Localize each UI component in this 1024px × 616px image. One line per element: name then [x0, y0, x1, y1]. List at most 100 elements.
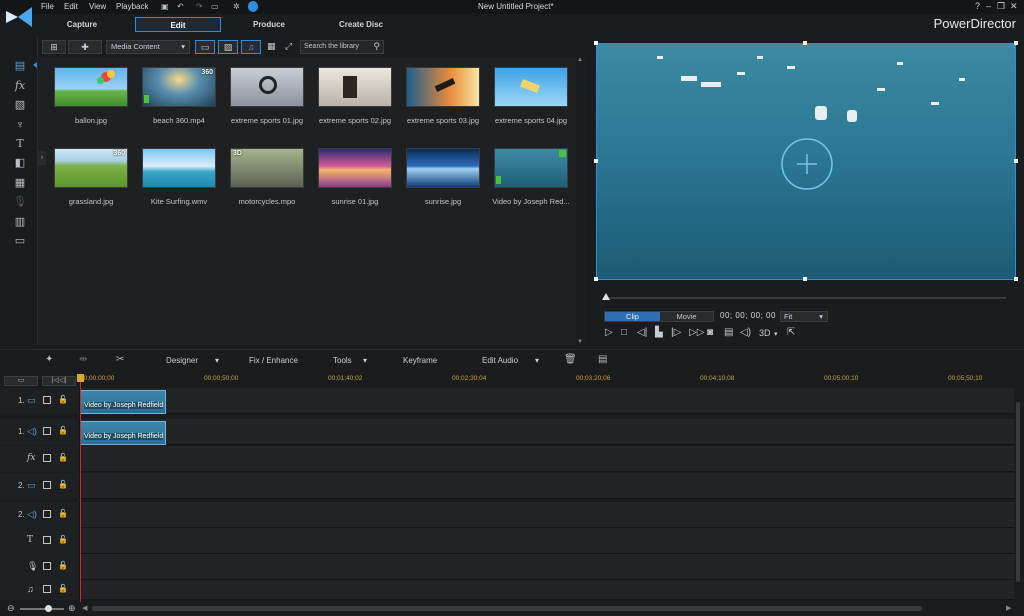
lock-icon[interactable]: 🔓: [58, 480, 68, 489]
previous-frame-icon[interactable]: ◁|: [637, 327, 647, 338]
split-icon[interactable]: ⇹: [79, 354, 87, 365]
fit-timeline-icon[interactable]: |◁◁|: [42, 376, 76, 386]
filter-audio-icon[interactable]: ♫: [241, 40, 261, 54]
redo-icon[interactable]: ↷: [196, 2, 203, 11]
track-enable-checkbox[interactable]: [43, 585, 51, 593]
library-item[interactable]: extreme sports 01.jpg: [230, 67, 310, 125]
lock-icon[interactable]: 🔓: [58, 561, 68, 570]
resize-handle[interactable]: [1014, 277, 1018, 281]
import-media-icon[interactable]: ⊞: [42, 40, 66, 54]
track-enable-checkbox[interactable]: [43, 481, 51, 489]
expand-panel-icon[interactable]: ›: [38, 151, 46, 165]
resize-handle[interactable]: [594, 41, 598, 45]
chapter-room-icon[interactable]: ▥: [13, 215, 27, 229]
voiceover-icon[interactable]: 🎙: [13, 195, 27, 209]
menu-file[interactable]: File: [41, 2, 54, 11]
stop-icon[interactable]: □: [621, 327, 627, 338]
transition-room-icon[interactable]: ◧: [13, 156, 27, 170]
track-enable-checkbox[interactable]: [43, 427, 51, 435]
resize-handle[interactable]: [594, 159, 598, 163]
subtitle-room-icon[interactable]: ▭: [13, 234, 27, 248]
plugin-icon[interactable]: ✚: [68, 40, 102, 54]
keyframe-button[interactable]: Keyframe: [403, 356, 437, 365]
playhead[interactable]: [80, 376, 81, 602]
fast-forward-icon[interactable]: ▷▷: [689, 327, 704, 338]
lock-icon[interactable]: 🔓: [58, 584, 68, 593]
resize-handle[interactable]: [803, 277, 807, 281]
track-enable-checkbox[interactable]: [43, 536, 51, 544]
track-enable-checkbox[interactable]: [43, 454, 51, 462]
filter-image-icon[interactable]: ▨: [218, 40, 238, 54]
edit-audio-menu[interactable]: Edit Audio: [482, 356, 518, 365]
magic-tool-icon[interactable]: ✦: [45, 354, 53, 365]
resolution-icon[interactable]: ▭: [211, 2, 219, 11]
volume-icon[interactable]: ◁): [740, 327, 751, 338]
media-room-icon[interactable]: ▤: [13, 59, 27, 73]
library-item[interactable]: Video by Joseph Red...: [492, 148, 574, 206]
menu-view[interactable]: View: [89, 2, 106, 11]
snapshot-marker-icon[interactable]: ▙: [655, 327, 663, 338]
seek-thumb[interactable]: [602, 293, 610, 300]
scissors-icon[interactable]: ✂: [116, 354, 124, 365]
minimize-icon[interactable]: –: [986, 1, 991, 11]
preview-video[interactable]: [596, 43, 1016, 280]
zoom-slider-thumb[interactable]: [45, 605, 52, 612]
3d-button[interactable]: 3D: [759, 328, 771, 338]
timeline-ruler[interactable]: 00;00;00;00 00;00;50;00 00;01;40;02 00;0…: [80, 374, 1014, 386]
media-content-select[interactable]: Media Content ▾: [106, 40, 190, 54]
library-scrollbar[interactable]: ▲ ▼: [576, 57, 584, 345]
play-icon[interactable]: ▷: [605, 327, 613, 338]
tab-create-disc[interactable]: Create Disc: [330, 17, 392, 32]
resize-handle[interactable]: [1014, 41, 1018, 45]
preview-seek-slider[interactable]: [608, 297, 1006, 299]
library-item[interactable]: 360 grassland.jpg: [54, 148, 134, 206]
zoom-fit-select[interactable]: Fit ▾: [780, 311, 828, 322]
pip-room-icon[interactable]: ▧: [13, 98, 27, 112]
storyboard-toggle-icon[interactable]: ▭: [4, 376, 38, 386]
tab-produce[interactable]: Produce: [238, 17, 300, 32]
lock-icon[interactable]: 🔓: [58, 509, 68, 518]
tab-capture[interactable]: Capture: [52, 17, 112, 32]
library-item[interactable]: extreme sports 02.jpg: [318, 67, 398, 125]
library-item[interactable]: 360 beach 360.mp4: [142, 67, 222, 125]
particle-room-icon[interactable]: ♆: [13, 118, 27, 132]
library-item[interactable]: extreme sports 04.jpg: [494, 67, 574, 125]
designer-menu[interactable]: Designer: [166, 356, 198, 365]
audio-mixing-icon[interactable]: ▦: [13, 176, 27, 190]
lock-icon[interactable]: 🔓: [58, 535, 68, 544]
tools-menu[interactable]: Tools: [333, 356, 352, 365]
library-item[interactable]: 3D motorcycles.mpo: [230, 148, 310, 206]
menu-edit[interactable]: Edit: [64, 2, 78, 11]
library-item[interactable]: Kite Surfing.wmv: [142, 148, 222, 206]
more-options-icon[interactable]: ▤: [598, 354, 607, 365]
filter-video-icon[interactable]: ▭: [195, 40, 215, 54]
zoom-slider[interactable]: [20, 608, 64, 610]
scroll-right-icon[interactable]: ▶: [1006, 604, 1011, 612]
grid-view-icon[interactable]: ▦: [267, 41, 276, 52]
playhead-handle[interactable]: [77, 374, 84, 382]
zoom-in-icon[interactable]: ⊕: [68, 603, 76, 614]
chevron-down-icon[interactable]: ▾: [535, 356, 539, 365]
tab-edit[interactable]: Edit: [135, 17, 221, 32]
undock-icon[interactable]: ⇱: [787, 327, 795, 338]
library-item[interactable]: sunrise 01.jpg: [318, 148, 398, 206]
subtitle-icon[interactable]: ▤: [724, 327, 733, 338]
library-item[interactable]: extreme sports 03.jpg: [406, 67, 486, 125]
fx-room-icon[interactable]: fx: [13, 79, 27, 93]
library-item[interactable]: sunrise.jpg: [406, 148, 486, 206]
camera-icon[interactable]: ◙: [707, 327, 713, 338]
help-icon[interactable]: ?: [975, 1, 980, 11]
zoom-out-icon[interactable]: ⊖: [7, 603, 15, 614]
lock-icon[interactable]: 🔓: [58, 395, 68, 404]
chevron-down-icon[interactable]: ▾: [215, 356, 219, 365]
audio-clip[interactable]: Video by Joseph Redfield: [80, 421, 166, 445]
delete-icon[interactable]: 🗑: [564, 354, 577, 365]
video-clip[interactable]: Video by Joseph Redfield: [80, 390, 166, 414]
notification-icon[interactable]: [248, 1, 258, 12]
lock-icon[interactable]: 🔓: [58, 426, 68, 435]
movie-mode-button[interactable]: Movie: [660, 312, 713, 321]
resize-handle[interactable]: [594, 277, 598, 281]
scroll-left-icon[interactable]: ◀: [82, 604, 87, 612]
timecode-display[interactable]: 00; 00; 00; 00: [720, 311, 776, 320]
settings-icon[interactable]: ✲: [233, 2, 240, 11]
